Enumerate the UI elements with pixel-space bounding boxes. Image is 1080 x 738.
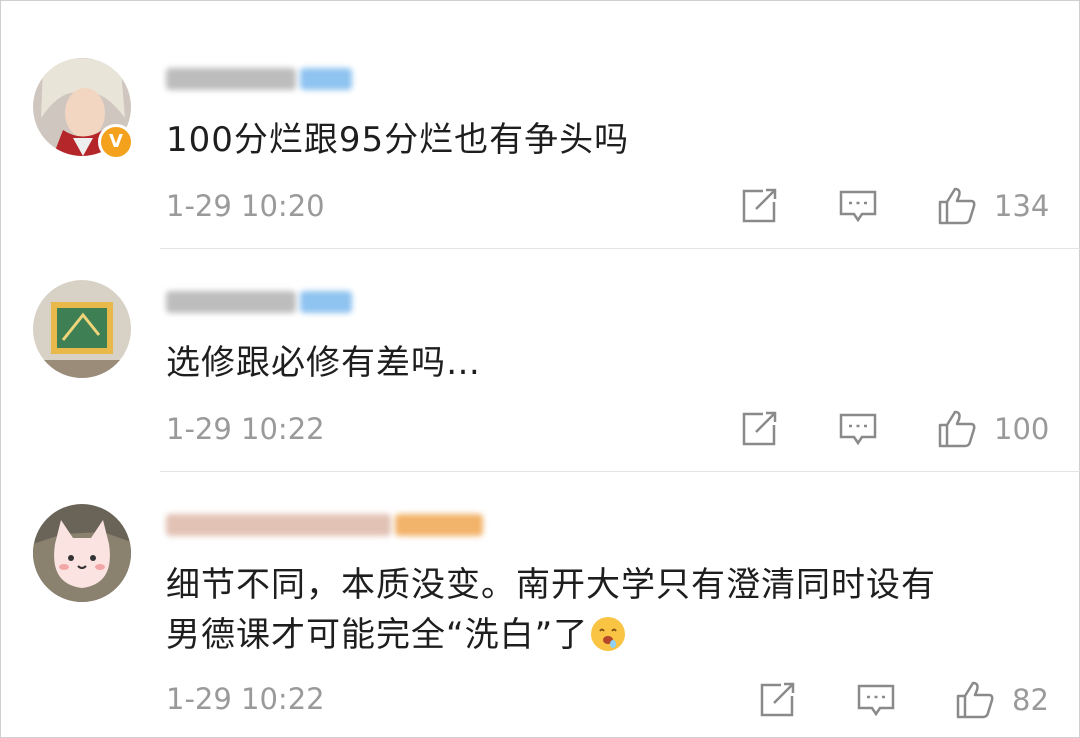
- avatar[interactable]: [33, 280, 131, 378]
- avatar[interactable]: [33, 504, 131, 602]
- comment-text-line2: 男德课才可能完全“洗白”了: [166, 610, 626, 660]
- verified-badge: V: [98, 124, 134, 160]
- share-icon[interactable]: [739, 186, 779, 226]
- comment-actions: 100: [0, 409, 1080, 449]
- comment-text: 100分烂跟95分烂也有争头吗: [166, 120, 630, 160]
- username-blurred[interactable]: [166, 506, 483, 544]
- like-count: 100: [994, 412, 1050, 446]
- divider: [160, 248, 1080, 249]
- username-blurred[interactable]: [166, 283, 352, 321]
- divider: [160, 471, 1080, 472]
- like-count: 134: [994, 189, 1050, 223]
- drooling-face-emoji: [591, 617, 626, 651]
- comment-icon[interactable]: [838, 186, 878, 226]
- thumbs-up-icon[interactable]: [937, 186, 977, 226]
- thumbs-up-icon[interactable]: [955, 680, 995, 720]
- comment-actions: 134: [0, 186, 1080, 226]
- share-icon[interactable]: [757, 680, 797, 720]
- comment-icon[interactable]: [856, 680, 896, 720]
- like-count: 82: [1012, 683, 1049, 717]
- comment-text: 选修跟必修有差吗…: [166, 343, 481, 383]
- username-blurred[interactable]: [166, 60, 352, 98]
- comment-text-line1: 细节不同，本质没变。南开大学只有澄清同时设有: [166, 565, 936, 605]
- share-icon[interactable]: [739, 409, 779, 449]
- comment-actions: 82: [0, 680, 1080, 720]
- thumbs-up-icon[interactable]: [937, 409, 977, 449]
- comment-icon[interactable]: [838, 409, 878, 449]
